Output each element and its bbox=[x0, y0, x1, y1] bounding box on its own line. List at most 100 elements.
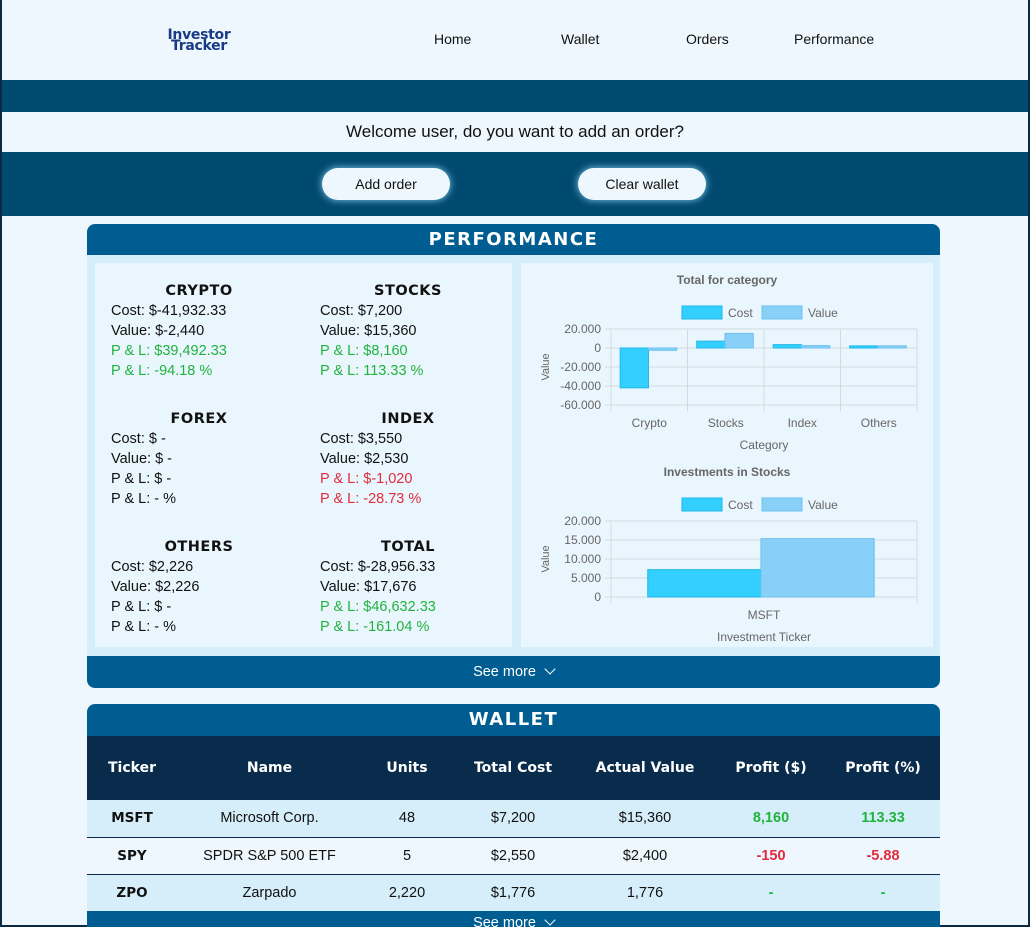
column-header[interactable]: Units bbox=[362, 736, 452, 800]
cell-profit: 8,160 bbox=[716, 800, 826, 838]
legend-label: Value bbox=[808, 498, 838, 512]
cell-name: Microsoft Corp. bbox=[177, 800, 362, 838]
charts-panel: Total for category Cost Value 20.000 0 -20.00… bbox=[521, 263, 933, 647]
category-cost: Cost: $-28,956.33 bbox=[320, 559, 436, 575]
x-tick-label: Stocks bbox=[708, 416, 744, 430]
cell-actual-value: $15,360 bbox=[574, 800, 716, 838]
chevron-down-icon bbox=[544, 914, 556, 926]
category-crypto: CRYPTO Cost: $-41,932.33 Value: $-2,440 … bbox=[111, 281, 311, 381]
bar-stocks-cost bbox=[696, 340, 726, 349]
cell-total-cost: $1,776 bbox=[452, 874, 574, 912]
y-tick-label: -20.000 bbox=[560, 360, 601, 374]
nav-home-link[interactable]: Home bbox=[434, 31, 471, 47]
cell-name: Zarpado bbox=[177, 874, 362, 912]
performance-section: PERFORMANCE CRYPTO Cost: $-41,932.33 Val… bbox=[87, 224, 940, 688]
x-axis-label: Investment Ticker bbox=[717, 630, 811, 644]
category-title: CRYPTO bbox=[165, 283, 233, 299]
nav-wallet-link[interactable]: Wallet bbox=[561, 31, 599, 47]
y-tick-label: -60.000 bbox=[560, 398, 601, 412]
chevron-down-icon bbox=[544, 663, 556, 675]
category-title: TOTAL bbox=[381, 539, 435, 555]
category-pl: P & L: $46,632.33 bbox=[320, 599, 436, 615]
category-pl: P & L: $8,160 bbox=[320, 343, 408, 359]
category-cost: Cost: $ - bbox=[111, 431, 166, 447]
category-value: Value: $17,676 bbox=[320, 579, 417, 595]
column-header[interactable]: Ticker bbox=[87, 736, 177, 800]
category-pl-pct: P & L: 113.33 % bbox=[320, 363, 424, 379]
y-tick-label: 0 bbox=[594, 341, 601, 355]
category-pl-pct: P & L: - % bbox=[111, 491, 177, 507]
y-axis-label: Value bbox=[540, 545, 552, 572]
bar-stocks-value bbox=[724, 332, 754, 349]
category-title: FOREX bbox=[170, 411, 228, 427]
table-row[interactable]: ZPO Zarpado 2,220 $1,776 1,776 - - bbox=[87, 874, 940, 912]
column-header[interactable]: Profit (%) bbox=[826, 736, 940, 800]
header-band bbox=[2, 80, 1028, 112]
cell-actual-value: 1,776 bbox=[574, 874, 716, 912]
category-pl: P & L: $ - bbox=[111, 599, 172, 615]
column-header[interactable]: Profit ($) bbox=[716, 736, 826, 800]
category-value: Value: $15,360 bbox=[320, 323, 417, 339]
column-header[interactable]: Name bbox=[177, 736, 362, 800]
cell-total-cost: $2,550 bbox=[452, 837, 574, 875]
logo-line-2: Tracker bbox=[171, 38, 227, 54]
add-order-button[interactable]: Add order bbox=[322, 168, 450, 200]
category-value: Value: $2,530 bbox=[320, 451, 409, 467]
cell-total-cost: $7,200 bbox=[452, 800, 574, 838]
y-tick-label: -40.000 bbox=[560, 379, 601, 393]
chart-title: Investments in Stocks bbox=[664, 465, 791, 479]
chart-title: Total for category bbox=[677, 273, 778, 287]
legend-swatch bbox=[761, 305, 803, 320]
legend-swatch bbox=[761, 497, 803, 512]
see-more-label: See more bbox=[473, 664, 536, 680]
category-total: TOTAL Cost: $-28,956.33 Value: $17,676 P… bbox=[320, 537, 520, 637]
cell-ticker: SPY bbox=[87, 837, 177, 875]
category-pl: P & L: $-1,020 bbox=[320, 471, 413, 487]
cell-name: SPDR S&P 500 ETF bbox=[177, 837, 362, 875]
x-tick-label: MSFT bbox=[748, 608, 781, 622]
bar-crypto-value bbox=[647, 347, 678, 351]
performance-title: PERFORMANCE bbox=[428, 229, 599, 250]
category-stats-panel: CRYPTO Cost: $-41,932.33 Value: $-2,440 … bbox=[95, 263, 512, 647]
y-tick-label: 10.000 bbox=[564, 552, 601, 566]
cell-profit: - bbox=[716, 874, 826, 912]
y-tick-label: 5.000 bbox=[571, 571, 601, 585]
column-header[interactable]: Actual Value bbox=[574, 736, 716, 800]
table-row[interactable]: SPY SPDR S&P 500 ETF 5 $2,550 $2,400 -15… bbox=[87, 837, 940, 875]
category-title: OTHERS bbox=[164, 539, 234, 555]
legend-label: Cost bbox=[728, 306, 753, 320]
y-tick-label: 15.000 bbox=[564, 533, 601, 547]
cell-profit-pct: - bbox=[826, 874, 940, 912]
y-tick-label: 0 bbox=[594, 590, 601, 604]
see-more-label: See more bbox=[473, 915, 536, 927]
clear-wallet-button[interactable]: Clear wallet bbox=[578, 168, 706, 200]
category-others: OTHERS Cost: $2,226 Value: $2,226 P & L:… bbox=[111, 537, 311, 637]
app-logo[interactable]: Investor Tracker bbox=[164, 28, 234, 54]
category-cost: Cost: $-41,932.33 bbox=[111, 303, 227, 319]
table-row[interactable]: MSFT Microsoft Corp. 48 $7,200 $15,360 8… bbox=[87, 800, 940, 838]
category-pl: P & L: $ - bbox=[111, 471, 172, 487]
cell-units: 5 bbox=[362, 837, 452, 875]
nav-orders-link[interactable]: Orders bbox=[686, 31, 729, 47]
column-header[interactable]: Total Cost bbox=[452, 736, 574, 800]
table-header-row: Ticker Name Units Total Cost Actual Valu… bbox=[87, 736, 940, 800]
legend-label: Cost bbox=[728, 498, 753, 512]
category-title: INDEX bbox=[381, 411, 435, 427]
bar-crypto-cost bbox=[619, 347, 649, 389]
cell-profit: -150 bbox=[716, 837, 826, 875]
performance-see-more-button[interactable]: See more bbox=[87, 656, 940, 688]
category-pl: P & L: $39,492.33 bbox=[111, 343, 227, 359]
category-pl-pct: P & L: -161.04 % bbox=[320, 619, 430, 635]
cell-units: 48 bbox=[362, 800, 452, 838]
bar-msft-cost bbox=[647, 569, 762, 598]
x-tick-label: Crypto bbox=[632, 416, 668, 430]
nav-performance-link[interactable]: Performance bbox=[794, 31, 874, 47]
category-title: STOCKS bbox=[374, 283, 442, 299]
y-axis-label: Value bbox=[540, 353, 552, 380]
category-forex: FOREX Cost: $ - Value: $ - P & L: $ - P … bbox=[111, 409, 311, 509]
wallet-title: WALLET bbox=[468, 709, 559, 730]
cell-ticker: ZPO bbox=[87, 874, 177, 912]
bar-others-cost bbox=[849, 345, 879, 349]
wallet-see-more-button[interactable]: See more bbox=[87, 911, 940, 927]
category-cost: Cost: $3,550 bbox=[320, 431, 403, 447]
